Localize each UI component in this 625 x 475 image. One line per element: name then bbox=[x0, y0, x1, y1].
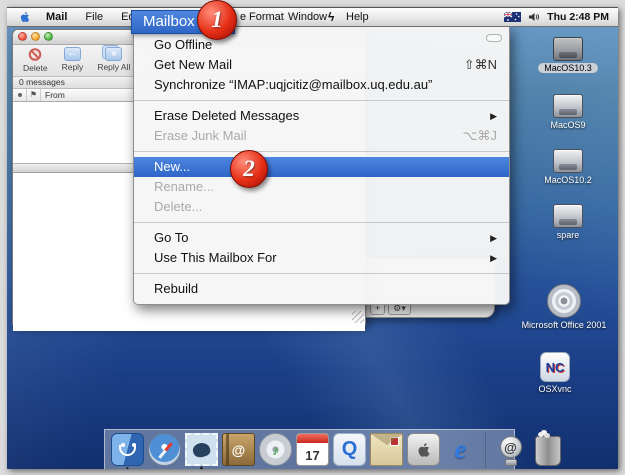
desktop-icon-macos9[interactable]: MacOS9 bbox=[536, 94, 600, 130]
menu-separator bbox=[134, 273, 509, 274]
menu-item-erase-deleted-messages[interactable]: Erase Deleted Messages▶ bbox=[134, 106, 509, 126]
apple-logo-icon bbox=[19, 10, 31, 24]
desktop-icon-macos102[interactable]: MacOS10.2 bbox=[536, 149, 600, 185]
desktop-icon-osxvnc[interactable]: NC OSXvnc bbox=[523, 352, 587, 394]
menu-item-new[interactable]: New... bbox=[134, 157, 509, 177]
q-glyph: Q bbox=[342, 438, 358, 461]
submenu-arrow-icon: ▶ bbox=[490, 228, 497, 248]
at-glyph: @ bbox=[232, 442, 246, 458]
desktop-icon-macos103[interactable]: MacOS10.3 bbox=[536, 37, 600, 73]
screenshot-frame: MacOS10.3 MacOS9 MacOS10.2 spare Microso… bbox=[0, 0, 625, 475]
hard-disk-icon bbox=[553, 149, 583, 173]
dock-itunes-icon[interactable]: ♪ bbox=[259, 433, 292, 466]
dock-quicktime-icon[interactable]: Q bbox=[333, 433, 366, 466]
desktop-icon-spare[interactable]: spare bbox=[536, 204, 600, 240]
shortcut: ⇧⌘N bbox=[464, 55, 497, 75]
e-glyph: e bbox=[455, 434, 467, 465]
dock-safari-icon[interactable] bbox=[148, 433, 181, 466]
menu-separator bbox=[134, 100, 509, 101]
hard-disk-icon bbox=[553, 37, 583, 61]
volume-icon[interactable] bbox=[528, 12, 540, 22]
trash-can bbox=[535, 436, 561, 466]
menu-item-get-new-mail[interactable]: Get New Mail⇧⌘N bbox=[134, 55, 509, 75]
shortcut: ⌥⌘J bbox=[463, 126, 497, 146]
delete-button[interactable]: Delete bbox=[23, 47, 48, 73]
flag-column-header[interactable]: ⚑ bbox=[27, 89, 41, 101]
note-glyph: ♪ bbox=[272, 442, 279, 458]
prohibition-icon bbox=[27, 47, 43, 62]
menu-item-erase-junk-mail: Erase Junk Mail⌥⌘J bbox=[134, 126, 509, 146]
osxvnc-app-icon: NC bbox=[540, 352, 570, 382]
dock-system-preferences-icon[interactable] bbox=[407, 433, 440, 466]
menu-item-go-offline[interactable]: Go Offline bbox=[134, 35, 509, 55]
dock: ▲ ▲ @ ♪ 17 Q e @ bbox=[104, 429, 515, 469]
date-glyph: 17 bbox=[305, 448, 319, 463]
menu-item-help[interactable]: Help bbox=[337, 11, 378, 23]
menu-item-rename: Rename... bbox=[134, 177, 509, 197]
toolbar-label: Delete bbox=[23, 63, 48, 73]
reply-all-arrow-icon: « bbox=[105, 47, 122, 61]
running-indicator: ▲ bbox=[199, 465, 205, 469]
menu-separator bbox=[134, 151, 509, 152]
dock-internet-explorer-icon[interactable]: e bbox=[444, 433, 477, 466]
dock-finder-icon[interactable]: ▲ bbox=[111, 433, 144, 466]
apple-menu[interactable] bbox=[7, 10, 37, 24]
cd-disc-icon bbox=[547, 284, 581, 318]
submenu-arrow-icon: ▶ bbox=[490, 106, 497, 126]
menu-item-file[interactable]: File bbox=[76, 11, 112, 23]
read-status-column-header[interactable] bbox=[13, 89, 27, 101]
resize-grip[interactable] bbox=[352, 311, 364, 323]
apple-logo-icon bbox=[416, 441, 432, 459]
menu-bar-clock[interactable]: Thu 2:48 PM bbox=[547, 11, 609, 23]
menu-item-delete: Delete... bbox=[134, 197, 509, 217]
dock-address-book-icon[interactable]: @ bbox=[222, 433, 255, 466]
dock-ical-icon[interactable]: 17 bbox=[296, 433, 329, 466]
desktop-icon-office-cd[interactable]: Microsoft Office 2001 bbox=[500, 284, 618, 330]
menu-item-use-this-mailbox-for[interactable]: Use This Mailbox For▶ bbox=[134, 248, 509, 268]
dock-separator bbox=[485, 432, 486, 468]
dock-trash-icon[interactable] bbox=[531, 433, 564, 466]
minimize-button[interactable] bbox=[31, 32, 40, 41]
mailbox-menu: Go Offline Get New Mail⇧⌘N Synchronize “… bbox=[133, 26, 510, 305]
australian-flag-icon[interactable] bbox=[504, 12, 521, 22]
step-2-badge: 2 bbox=[230, 150, 268, 188]
dock-at-spring-icon[interactable]: @ bbox=[494, 433, 527, 466]
toolbar-label: Reply All bbox=[97, 62, 130, 72]
menu-bar: Mail File Edit View e Format Window ϟ He… bbox=[7, 8, 618, 27]
toolbar-label: Reply bbox=[62, 62, 84, 72]
step-1-badge: 1 bbox=[197, 0, 237, 40]
menu-item-go-to[interactable]: Go To▶ bbox=[134, 228, 509, 248]
desktop-icon-label: MacOS10.2 bbox=[544, 175, 592, 185]
at-ball: @ bbox=[500, 436, 522, 458]
dock-envelopes-icon[interactable] bbox=[370, 433, 403, 466]
menu-item-synchronize[interactable]: Synchronize “IMAP:uqjcitiz@mailbox.uq.ed… bbox=[134, 75, 509, 95]
desktop-icon-label: MacOS9 bbox=[550, 120, 585, 130]
desktop: MacOS10.3 MacOS9 MacOS10.2 spare Microso… bbox=[7, 7, 618, 469]
hard-disk-icon bbox=[553, 204, 583, 228]
reply-arrow-icon: ← bbox=[64, 47, 81, 61]
dock-mail-icon[interactable]: ▲ bbox=[185, 433, 218, 466]
toolbar-toggle-pill[interactable] bbox=[486, 34, 502, 42]
running-indicator: ▲ bbox=[125, 466, 131, 469]
zoom-button[interactable] bbox=[44, 32, 53, 41]
desktop-icon-label: spare bbox=[557, 230, 580, 240]
spring-base bbox=[505, 459, 517, 466]
menu-item-mail[interactable]: Mail bbox=[37, 11, 76, 23]
dot-icon bbox=[18, 93, 22, 97]
desktop-icon-label: Microsoft Office 2001 bbox=[522, 320, 607, 330]
reply-all-button[interactable]: « Reply All bbox=[97, 47, 130, 72]
desktop-icon-label: OSXvnc bbox=[538, 384, 571, 394]
desktop-icon-label: MacOS10.3 bbox=[538, 63, 598, 73]
reply-button[interactable]: ← Reply bbox=[62, 47, 84, 72]
hard-disk-icon bbox=[553, 94, 583, 118]
menu-item-rebuild[interactable]: Rebuild bbox=[134, 279, 509, 299]
close-button[interactable] bbox=[18, 32, 27, 41]
submenu-arrow-icon: ▶ bbox=[490, 248, 497, 268]
menu-separator bbox=[134, 222, 509, 223]
